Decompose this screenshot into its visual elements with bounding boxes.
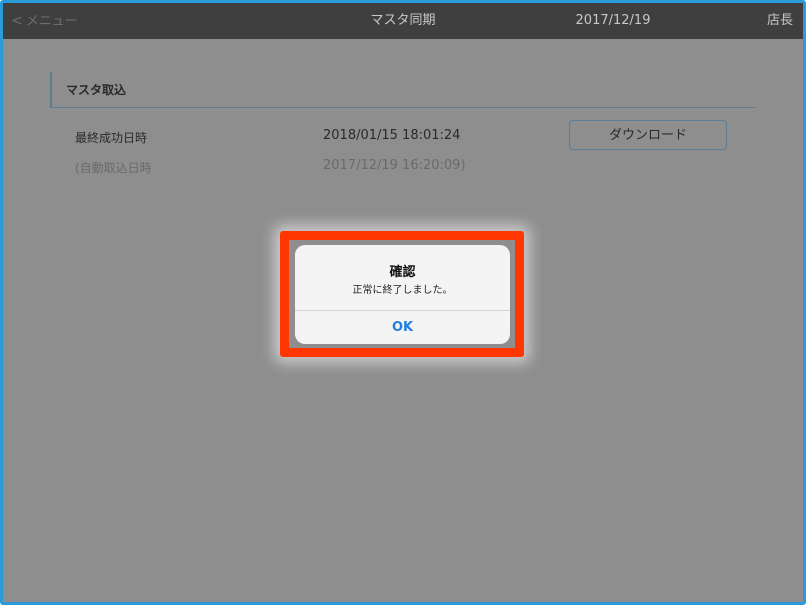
- header-date: 2017/12/19: [575, 13, 651, 28]
- section-title: マスタ取込: [66, 83, 127, 97]
- download-button[interactable]: ダウンロード: [569, 120, 727, 150]
- ok-button[interactable]: OK: [295, 311, 510, 344]
- user-role: 店長: [766, 13, 793, 28]
- dialog-message: 正常に終了しました。: [352, 285, 453, 296]
- back-button[interactable]: < メニュー: [11, 3, 78, 39]
- last-success-label: 最終成功日時: [75, 131, 148, 145]
- last-success-value: 2018/01/15 18:01:24: [323, 128, 461, 143]
- dialog-title: 確認: [389, 265, 416, 280]
- back-button-label: メニュー: [25, 14, 78, 29]
- nav-header: < メニュー マスタ同期 2017/12/19 店長: [3, 3, 803, 39]
- page-title: マスタ同期: [370, 13, 436, 28]
- section-header: マスタ取込: [50, 72, 756, 108]
- auto-import-value: 2017/12/19 16:20:09): [323, 158, 466, 173]
- auto-import-label: (自動取込日時: [75, 161, 152, 175]
- chevron-left-icon: <: [11, 13, 23, 29]
- confirm-dialog: 確認 正常に終了しました。 OK: [295, 245, 510, 344]
- app-frame: < メニュー マスタ同期 2017/12/19 店長 マスタ取込 最終成功日時 2…: [0, 0, 806, 605]
